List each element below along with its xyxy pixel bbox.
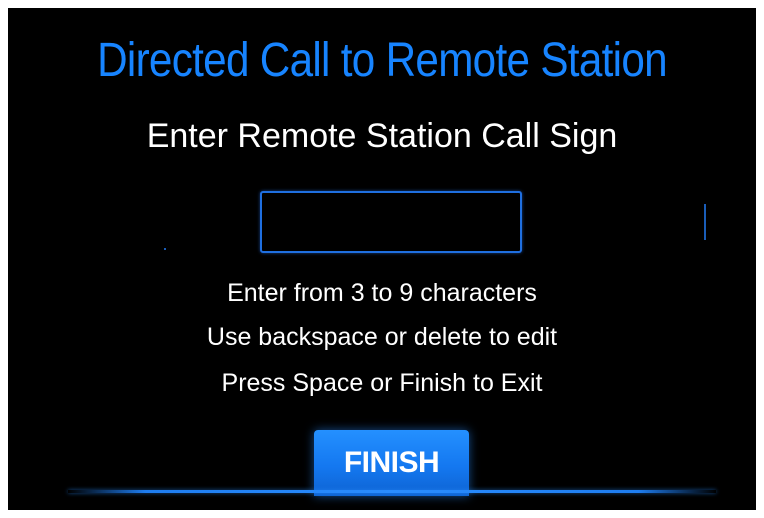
instruction-edit: Use backspace or delete to edit xyxy=(206,323,558,351)
edge-marker xyxy=(704,204,706,240)
prompt-heading: Enter Remote Station Call Sign xyxy=(146,117,618,155)
page-title: Directed Call to Remote Station xyxy=(97,34,668,87)
finish-button[interactable]: FINISH xyxy=(314,430,469,496)
instruction-length: Enter from 3 to 9 characters xyxy=(227,279,537,307)
directed-call-screen: Directed Call to Remote Station Enter Re… xyxy=(8,8,756,510)
bottom-divider xyxy=(68,490,716,493)
instruction-exit: Press Space or Finish to Exit xyxy=(221,369,543,397)
callsign-input[interactable] xyxy=(260,191,522,253)
dot-marker xyxy=(164,248,166,250)
